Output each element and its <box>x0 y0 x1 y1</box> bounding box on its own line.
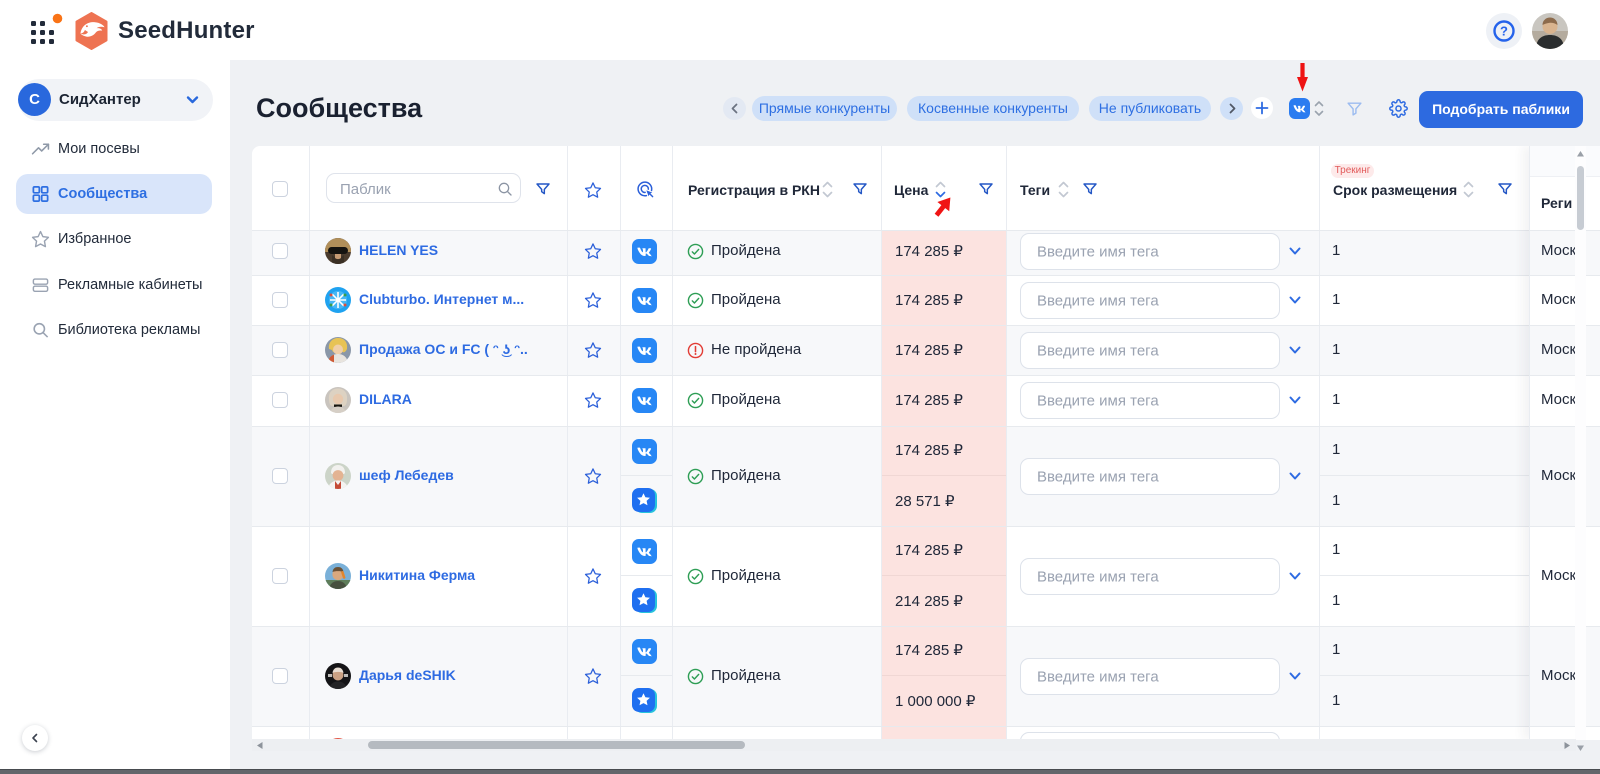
svg-text:?: ? <box>1500 24 1508 39</box>
